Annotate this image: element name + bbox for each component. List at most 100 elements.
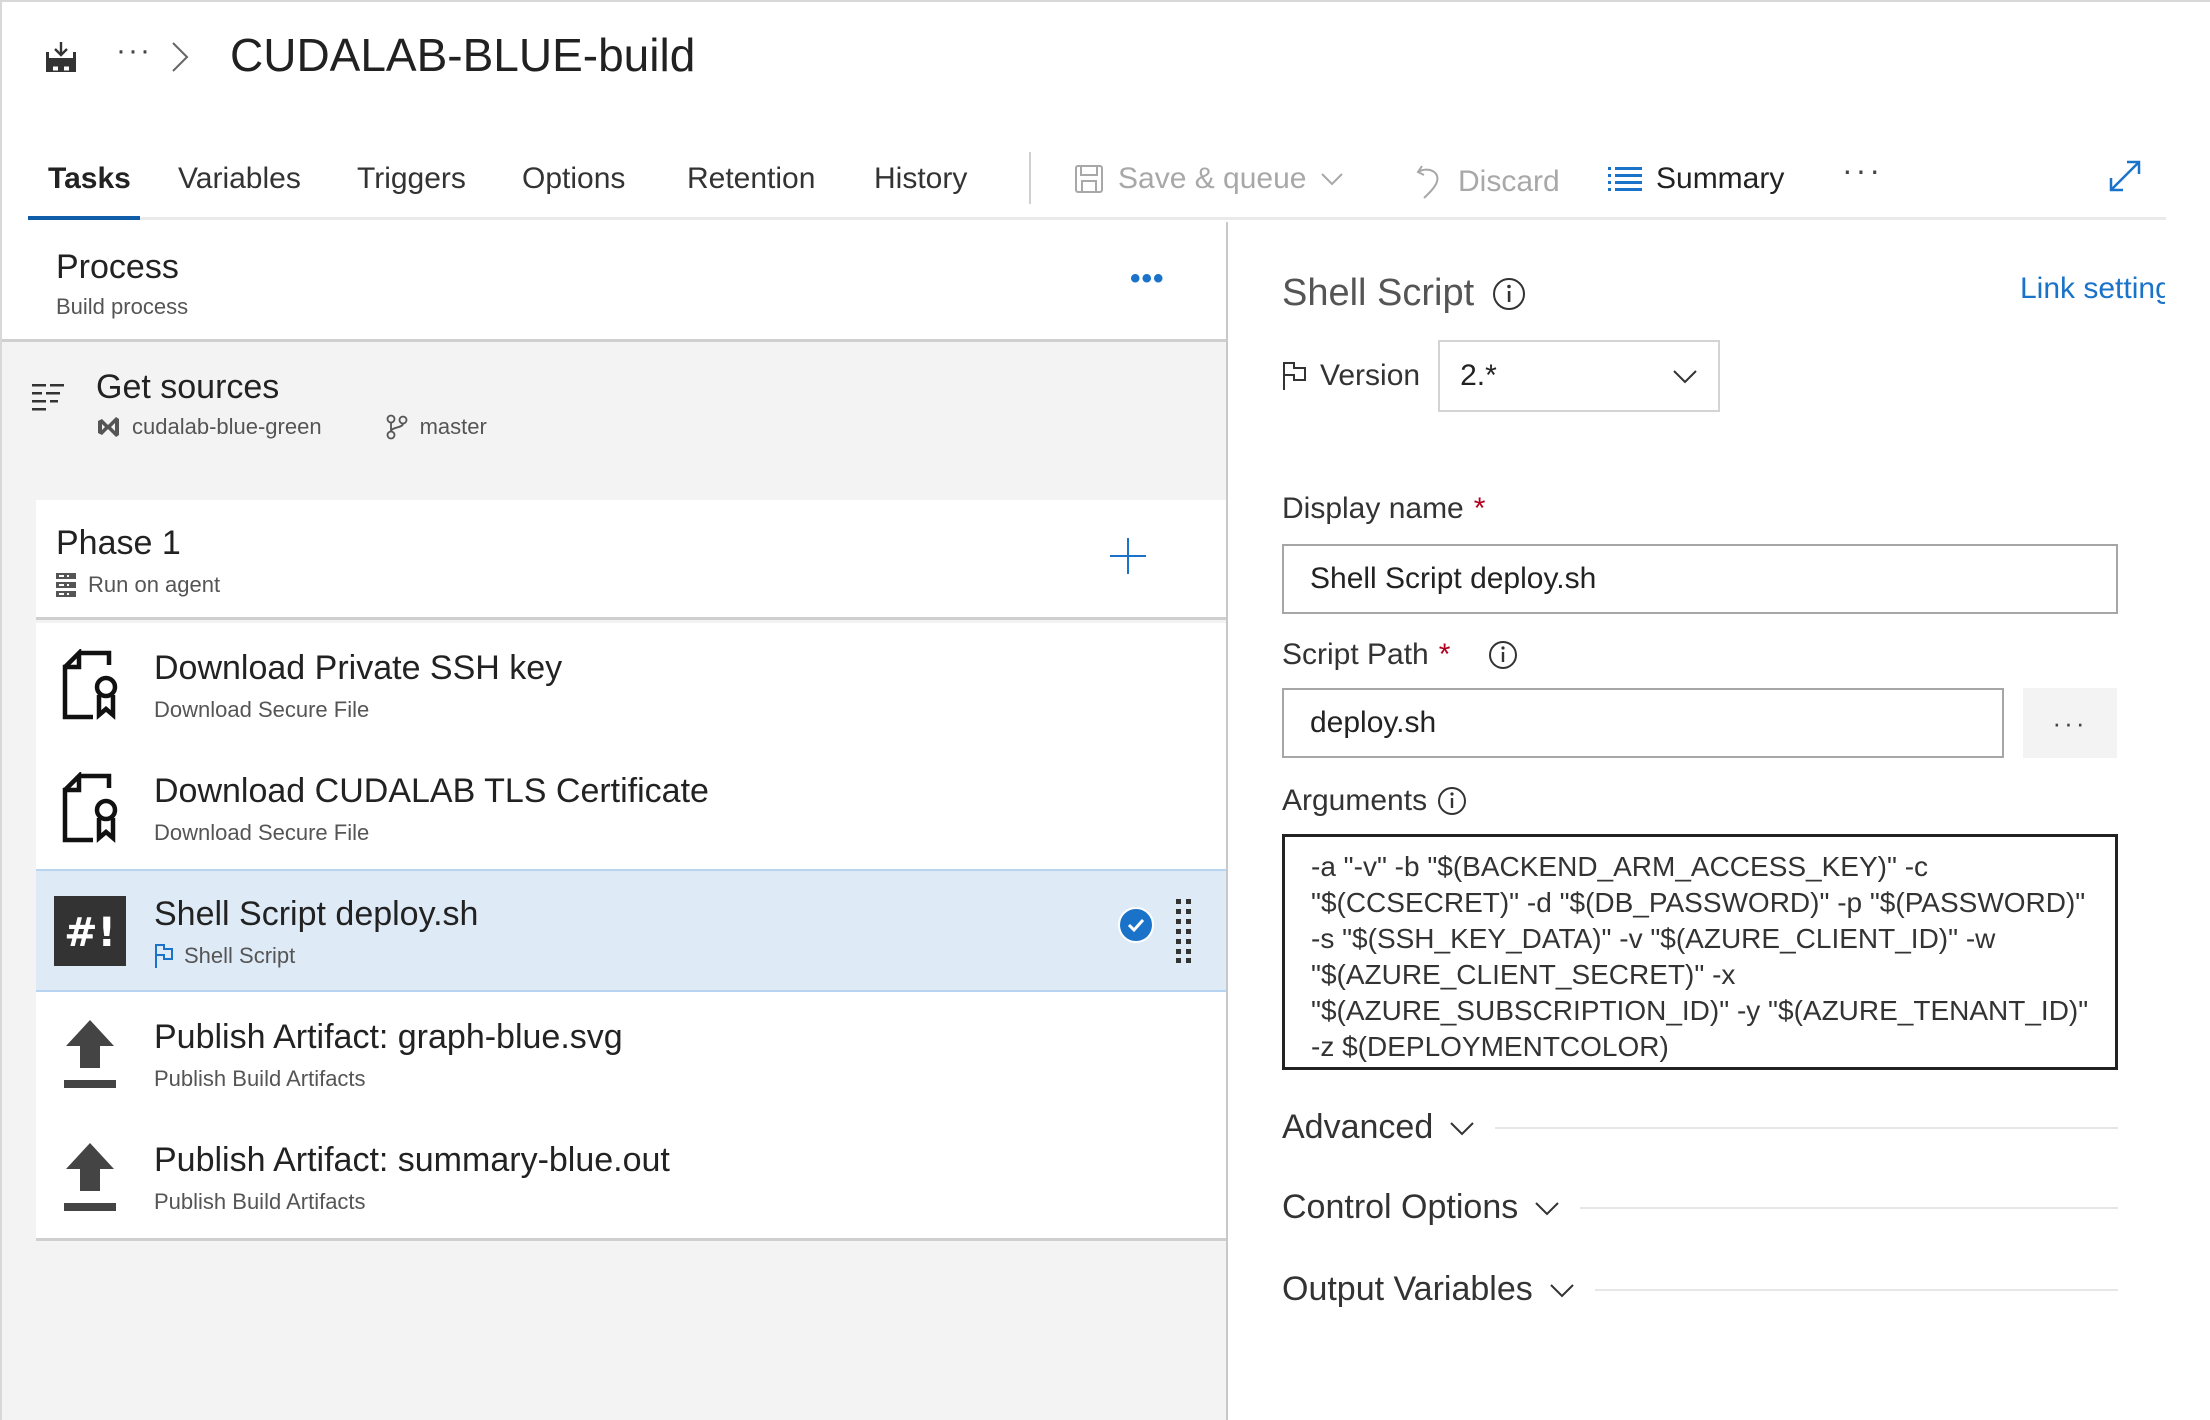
page-header: ··· CUDALAB-BLUE-build (0, 0, 2210, 100)
save-queue-button[interactable]: Save & queue (1074, 162, 1344, 196)
active-tab-indicator (28, 216, 140, 220)
summary-button[interactable]: Summary (1608, 162, 1784, 196)
repository-name: cudalab-blue-green (132, 414, 322, 439)
version-row: Version 2.* (1282, 340, 1721, 412)
display-name-label-row: Display name * (1282, 492, 1485, 526)
tab-tasks[interactable]: Tasks (48, 162, 131, 196)
secure-file-icon (54, 772, 126, 844)
flag-icon (1283, 362, 1306, 390)
get-sources-title: Get sources (96, 368, 280, 406)
control-options-section-toggle[interactable]: Control Options (1282, 1188, 2118, 1227)
process-more-button[interactable]: ••• (1130, 262, 1165, 296)
script-path-input[interactable]: deploy.sh (1282, 688, 2004, 758)
phase-header[interactable]: Phase 1 Run on agent (36, 500, 1226, 620)
breadcrumb-overflow-button[interactable]: ··· (116, 34, 152, 68)
chevron-down-icon (1321, 173, 1344, 186)
advanced-section-label: Advanced (1282, 1108, 1434, 1146)
secure-file-icon (54, 649, 126, 721)
info-icon[interactable] (1437, 786, 1467, 816)
summary-label: Summary (1656, 162, 1785, 195)
info-icon[interactable] (1492, 277, 1526, 311)
process-section[interactable]: Process Build process ••• (2, 222, 1226, 342)
task-title: Publish Artifact: summary-blue.out (154, 1141, 670, 1179)
get-sources-icon (32, 384, 64, 411)
task-details-title: Shell Script (1282, 272, 1475, 314)
more-actions-button[interactable]: ··· (1842, 152, 1883, 189)
arguments-label: Arguments (1282, 784, 1428, 817)
script-path-label: Script Path (1282, 638, 1429, 671)
discard-label: Discard (1458, 165, 1560, 198)
link-settings-button[interactable]: Link settings (2004, 272, 2165, 306)
chevron-down-icon (1550, 1283, 1574, 1297)
arguments-textarea[interactable]: -a "-v" -b "$(BACKEND_ARM_ACCESS_KEY)" -… (1282, 834, 2118, 1070)
add-task-icon[interactable] (1108, 536, 1148, 576)
shell-script-icon: #! (54, 895, 126, 967)
output-variables-section-label: Output Variables (1282, 1270, 1533, 1308)
task-details-header: Shell Script (1282, 272, 1526, 315)
task-item[interactable]: Publish Artifact: graph-blue.svg Publish… (36, 992, 1226, 1115)
advanced-section-toggle[interactable]: Advanced (1282, 1108, 2118, 1147)
checkmark-circle-icon (1118, 907, 1154, 943)
chevron-down-icon (1673, 370, 1697, 384)
discard-button[interactable]: Discard (1414, 162, 1560, 202)
link-settings-label: Link settings (2020, 272, 2165, 305)
version-value: 2.* (1460, 359, 1497, 392)
tab-options[interactable]: Options (522, 162, 625, 196)
task-subtitle: Publish Build Artifacts (154, 1189, 366, 1214)
phase-title: Phase 1 (56, 524, 181, 562)
build-pipeline-icon[interactable] (44, 40, 78, 74)
chevron-down-icon (1450, 1121, 1474, 1135)
task-subtitle: Download Secure File (154, 697, 370, 722)
chevron-right-icon (172, 42, 189, 72)
task-item[interactable]: Download CUDALAB TLS Certificate Downloa… (36, 746, 1226, 869)
version-select[interactable]: 2.* (1438, 340, 1721, 412)
required-marker: * (1438, 638, 1451, 671)
browse-button[interactable]: ··· (2023, 688, 2117, 758)
svg-text:#!: #! (64, 910, 116, 956)
save-queue-label: Save & queue (1118, 162, 1307, 195)
section-divider (1580, 1206, 2118, 1209)
version-label: Version (1320, 359, 1421, 392)
chevron-down-icon (1535, 1201, 1559, 1215)
output-variables-section-toggle[interactable]: Output Variables (1282, 1270, 2118, 1309)
script-path-value: deploy.sh (1310, 706, 1437, 739)
tab-retention[interactable]: Retention (687, 162, 815, 196)
task-item[interactable]: Publish Artifact: summary-blue.out Publi… (36, 1115, 1226, 1238)
task-subtitle: Download Secure File (154, 820, 370, 845)
task-title: Shell Script deploy.sh (154, 895, 479, 933)
page-title: CUDALAB-BLUE-build (230, 29, 696, 81)
phase-subtitle: Run on agent (88, 572, 221, 597)
branch-name: master (419, 414, 487, 439)
upload-icon (54, 1141, 126, 1213)
tab-variables[interactable]: Variables (178, 162, 301, 196)
process-subtitle: Build process (56, 294, 189, 319)
display-name-label: Display name (1282, 492, 1464, 525)
arguments-label-row: Arguments (1282, 784, 1467, 818)
upload-icon (54, 1018, 126, 1090)
list-icon (1608, 167, 1642, 191)
task-subtitle: Shell Script (184, 943, 296, 968)
drag-handle-icon[interactable] (1174, 899, 1194, 963)
tab-history[interactable]: History (874, 162, 967, 196)
task-item[interactable]: Download Private SSH key Download Secure… (36, 623, 1226, 746)
task-details-panel: Shell Script Link settings Version 2.* D… (1230, 222, 2165, 1420)
task-title: Download CUDALAB TLS Certificate (154, 772, 709, 810)
agent-server-icon (56, 573, 76, 597)
display-name-input[interactable]: Shell Script deploy.sh (1282, 544, 2118, 614)
task-title: Download Private SSH key (154, 649, 563, 687)
pipeline-panel: Process Build process ••• Get sources cu… (2, 222, 1228, 1420)
task-item-selected[interactable]: #! Shell Script deploy.sh Shell Script (36, 869, 1226, 992)
save-icon (1075, 165, 1103, 193)
flag-icon (155, 944, 173, 968)
task-title: Publish Artifact: graph-blue.svg (154, 1018, 623, 1056)
control-options-section-label: Control Options (1282, 1188, 1519, 1226)
script-path-label-row: Script Path * (1282, 638, 1518, 672)
expand-icon[interactable] (2105, 156, 2145, 196)
process-title: Process (56, 248, 179, 286)
tab-triggers[interactable]: Triggers (357, 162, 466, 196)
task-subtitle-row: Shell Script (154, 943, 295, 969)
info-icon[interactable] (1488, 640, 1518, 670)
tab-bar: Tasks Variables Triggers Options Retenti… (28, 150, 2166, 220)
display-name-value: Shell Script deploy.sh (1310, 562, 1597, 595)
undo-icon (1416, 165, 1439, 199)
